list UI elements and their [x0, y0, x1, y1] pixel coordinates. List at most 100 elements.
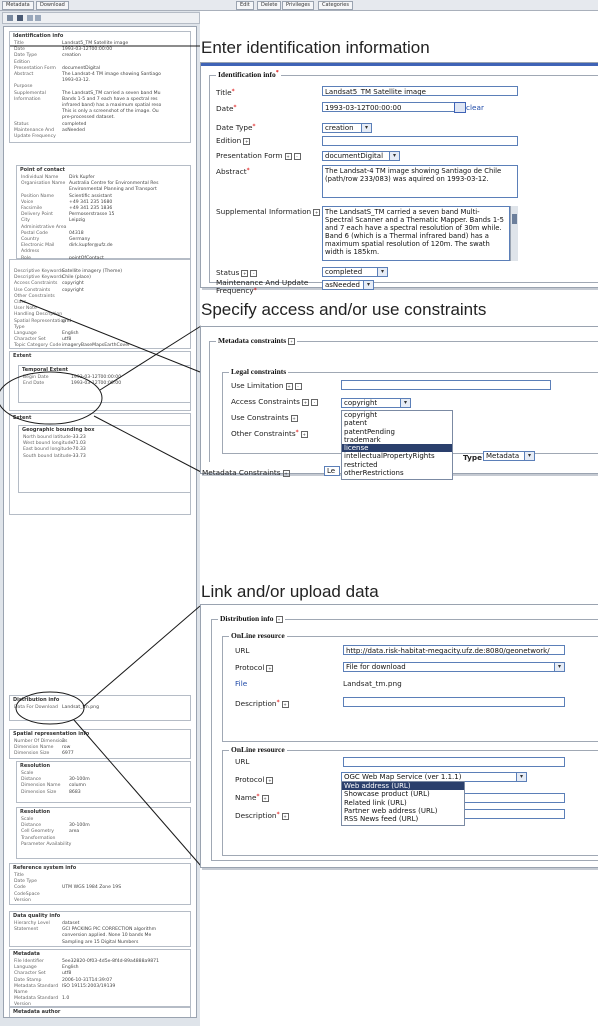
supplemental-scrollbar[interactable]: [510, 206, 518, 261]
protocol-option[interactable]: Partner web address (URL): [342, 807, 464, 815]
add-icon[interactable]: +: [266, 664, 274, 672]
remove-icon[interactable]: -: [293, 152, 301, 160]
sheet-row: Voice +49 341 235 1680: [21, 199, 113, 205]
type-select[interactable]: Metadata ▾: [483, 451, 535, 461]
file-name: Landsat_tm.png: [343, 679, 402, 688]
protocol-option[interactable]: Showcase product (URL): [342, 790, 464, 798]
download-menu-button[interactable]: Download: [36, 1, 69, 10]
legal-constraints-button[interactable]: Le: [324, 466, 340, 476]
add-icon[interactable]: +: [284, 152, 292, 160]
protocol-label: Protocol +: [235, 663, 274, 672]
privileges-menu-button[interactable]: Privileges: [282, 1, 315, 10]
protocol-option[interactable]: Related link (URL): [342, 799, 464, 807]
categories-menu-button[interactable]: Categories: [318, 1, 353, 10]
abstract-textarea[interactable]: The Landsat-4 TM image showing Santiago …: [322, 165, 518, 198]
title-input[interactable]: Landsat5_TM Satellite image: [322, 86, 518, 96]
calendar-icon[interactable]: [454, 102, 466, 113]
remove-icon[interactable]: -: [310, 398, 318, 406]
sheet-row: South bound latitude-33.73: [23, 453, 86, 459]
add-icon[interactable]: +: [285, 382, 293, 390]
url2-label: URL: [235, 757, 250, 766]
add-icon[interactable]: +: [266, 776, 274, 784]
supplemental-info-textarea[interactable]: The LandsatS_TM carried a seven band Mul…: [322, 206, 510, 261]
add-icon[interactable]: +: [313, 208, 321, 216]
presentation-form-select[interactable]: documentDigital ▾: [322, 151, 400, 161]
edition-input[interactable]: [322, 136, 518, 146]
access-constraint-option[interactable]: restricted: [342, 461, 452, 469]
access-constraint-option[interactable]: otherRestrictions: [342, 469, 452, 477]
url2-input[interactable]: [343, 757, 565, 767]
sheet-row: Delivery Point Permoserstrasse 15: [21, 212, 115, 218]
chevron-down-icon: ▾: [361, 124, 371, 132]
file-link[interactable]: File: [235, 679, 247, 688]
protocol-option[interactable]: Web address (URL): [342, 782, 464, 791]
access-constraints-dropdown[interactable]: copyright patent patentPending trademark lic…: [341, 410, 453, 480]
access-constraint-option[interactable]: intellectualPropertyRights: [342, 452, 452, 460]
access-constraint-option[interactable]: trademark: [342, 436, 452, 444]
sheet-row: Character Set utf8: [14, 971, 72, 977]
delete-menu-button[interactable]: Delete: [257, 1, 282, 10]
geo-title: Geographic bounding box: [22, 427, 95, 433]
edit-menu-button[interactable]: Edit: [236, 1, 254, 10]
author-section: Metadata author: [9, 1007, 191, 1017]
status-select[interactable]: completed ▾: [322, 267, 388, 277]
remove-icon[interactable]: -: [294, 382, 302, 390]
chevron-down-icon: ▾: [363, 281, 373, 289]
poc-title: Point of contact: [20, 167, 65, 173]
add-icon[interactable]: +: [275, 615, 283, 623]
access-constraint-option[interactable]: license: [342, 444, 452, 453]
remove-icon[interactable]: -: [250, 269, 258, 277]
description-label: Description* +: [235, 699, 289, 708]
sheet-row: Environmental Planning and Transport: [69, 187, 157, 193]
maintenance-select[interactable]: asNeeded ▾: [322, 280, 374, 290]
extent1-title: Extent: [13, 353, 32, 359]
edit-icon[interactable]: [17, 15, 23, 21]
sheet-row: Date Type creation: [14, 53, 81, 59]
add-icon[interactable]: +: [290, 414, 298, 422]
add-icon[interactable]: +: [281, 700, 289, 708]
scrollbar-thumb[interactable]: [512, 214, 517, 224]
identification-fieldset: Identification info* Title* Landsat5_TM …: [209, 70, 598, 295]
add-icon[interactable]: +: [282, 469, 290, 477]
add-icon[interactable]: +: [300, 430, 308, 438]
identification-panel: Identification info* Title* Landsat5_TM …: [200, 62, 598, 295]
ref-section: Reference system info Title Date Type Code U…: [9, 863, 191, 905]
access-constraints-select[interactable]: copyright ▾: [341, 398, 411, 408]
date-type-select[interactable]: creation ▾: [322, 123, 372, 133]
access-constraint-option[interactable]: copyright: [342, 411, 452, 419]
distribution-panel: Distribution info + OnLine resource URL h…: [200, 604, 598, 868]
date-label: Date*: [216, 104, 237, 113]
chevron-down-icon: ▾: [554, 663, 564, 671]
res1-section: Resolution Scale Distance 30-100m Dimension …: [16, 761, 191, 803]
protocol2-dropdown[interactable]: Web address (URL) Showcase product (URL) R…: [341, 781, 465, 826]
sheet-row: Other Constraints: [14, 293, 55, 299]
access-constraint-option[interactable]: patentPending: [342, 428, 452, 436]
url-input[interactable]: http://data.risk-habitat-megacity.ufz.de…: [343, 645, 565, 655]
description-input[interactable]: [343, 697, 565, 707]
access-constraint-option[interactable]: patent: [342, 419, 452, 427]
date-input[interactable]: 1993-03-12T00:00:00: [322, 102, 462, 112]
heading-distribution: Link and/or upload data: [201, 582, 383, 602]
add-icon[interactable]: +: [301, 398, 309, 406]
other-constraints-label: Other Constraints* +: [231, 429, 308, 438]
clear-date-link[interactable]: clear: [466, 103, 484, 112]
add-icon[interactable]: +: [281, 812, 289, 820]
spatial-section: Spatial representation info Number Of Dim…: [9, 729, 191, 759]
collapse-icon[interactable]: [7, 15, 13, 21]
protocol-select[interactable]: File for download ▾: [343, 662, 565, 672]
description2-label: Description* +: [235, 811, 289, 820]
res2-section: Resolution Scale Distance 30-100m Cell Geome…: [16, 807, 191, 859]
online-resource-legend-2: OnLine resource: [229, 745, 287, 754]
add-icon[interactable]: +: [241, 269, 249, 277]
metadata-menu-button[interactable]: Metadata: [2, 1, 34, 10]
sheet-row: Maintenance And asNeeded: [14, 127, 85, 133]
sheet-row: Cell Geometry area: [21, 829, 80, 835]
protocol-option[interactable]: RSS News feed (URL): [342, 815, 464, 823]
add-icon[interactable]: +: [261, 794, 269, 802]
view-icon[interactable]: [27, 15, 33, 21]
print-icon[interactable]: [35, 15, 41, 21]
add-icon[interactable]: +: [243, 137, 251, 145]
use-limitation-input[interactable]: [341, 380, 551, 390]
author-title: Metadata author: [13, 1009, 61, 1015]
add-icon[interactable]: +: [288, 337, 296, 345]
